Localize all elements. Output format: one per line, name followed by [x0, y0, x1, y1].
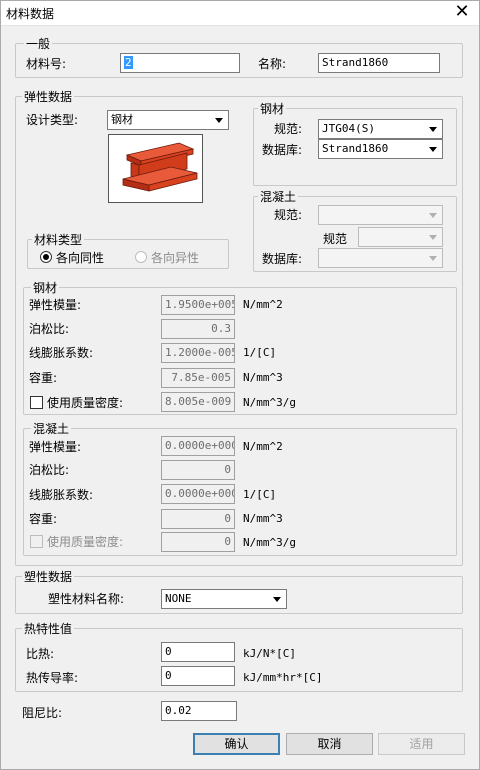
chevron-down-icon	[425, 229, 441, 245]
steel-mass-density-checkbox[interactable]	[30, 396, 43, 409]
steel-spec-legend: 钢材	[258, 102, 287, 116]
elastic-legend: 弹性数据	[22, 90, 75, 104]
material-type-legend: 材料类型	[32, 233, 85, 247]
concrete-modulus-unit: N/mm^2	[243, 440, 283, 453]
steel-spec-select[interactable]: JTG04(S)	[318, 119, 443, 139]
general-legend: 一般	[24, 37, 53, 51]
steel-modulus-field[interactable]: 1.9500e+005	[161, 295, 235, 315]
close-icon[interactable]: ✕	[450, 1, 474, 25]
design-type-label: 设计类型:	[26, 113, 79, 127]
thermal-group	[15, 628, 463, 692]
steel-db-label: 数据库:	[262, 143, 303, 157]
concrete-unit-weight-field[interactable]: 0	[161, 509, 235, 529]
concrete-props-legend: 混凝土	[31, 422, 72, 436]
design-type-select[interactable]: 钢材	[107, 110, 229, 130]
window-title: 材料数据	[6, 7, 55, 21]
chevron-down-icon	[269, 591, 285, 607]
steel-unit-weight-unit: N/mm^3	[243, 371, 283, 384]
steel-thermal-exp-unit: 1/[C]	[243, 346, 277, 359]
conductivity-field[interactable]: 0	[161, 666, 235, 686]
cancel-button[interactable]: 取消	[286, 733, 373, 755]
thermal-legend: 热特性值	[22, 622, 75, 636]
concrete-modulus-label: 弹性模量:	[29, 440, 82, 454]
concrete-spec2-select[interactable]	[358, 227, 443, 247]
steel-poisson-label: 泊松比:	[29, 322, 70, 336]
chevron-down-icon	[425, 250, 441, 266]
concrete-thermal-exp-label: 线膨胀系数:	[29, 488, 94, 502]
anisotropic-label[interactable]: 各向异性	[151, 250, 199, 266]
steel-db-select[interactable]: Strand1860	[318, 139, 443, 159]
chevron-down-icon	[425, 141, 441, 157]
steel-unit-weight-label: 容重:	[29, 371, 58, 385]
name-field[interactable]: Strand1860	[318, 53, 440, 73]
concrete-modulus-field[interactable]: 0.0000e+000	[161, 436, 235, 456]
apply-button[interactable]: 适用	[378, 733, 465, 755]
concrete-poisson-label: 泊松比:	[29, 463, 70, 477]
chevron-down-icon	[425, 121, 441, 137]
steel-thermal-exp-field[interactable]: 1.2000e-005	[161, 343, 235, 363]
chevron-down-icon	[211, 112, 227, 128]
steel-unit-weight-field[interactable]: 7.85e-005	[161, 368, 235, 388]
material-no-value: 2	[124, 56, 133, 69]
conductivity-unit: kJ/mm*hr*[C]	[243, 671, 323, 684]
damping-label: 阻尼比:	[22, 706, 63, 720]
plastic-name-value: NONE	[165, 592, 192, 605]
steel-modulus-label: 弹性模量:	[29, 298, 82, 312]
concrete-mass-density-checkbox[interactable]	[30, 535, 43, 548]
concrete-mass-density-label: 使用质量密度:	[47, 535, 124, 549]
name-label: 名称:	[258, 57, 287, 71]
title-bar: 材料数据 ✕	[0, 0, 480, 26]
plastic-legend: 塑性数据	[22, 570, 75, 584]
steel-mass-density-field[interactable]: 8.005e-009	[161, 392, 235, 412]
isotropic-label[interactable]: 各向同性	[56, 250, 104, 266]
concrete-thermal-exp-field[interactable]: 0.0000e+000	[161, 484, 235, 504]
steel-beam-image	[108, 134, 203, 203]
material-no-field[interactable]: 2	[120, 53, 240, 73]
damping-field[interactable]: 0.02	[161, 701, 237, 721]
design-type-value: 钢材	[111, 113, 133, 126]
steel-mass-density-unit: N/mm^3/g	[243, 396, 296, 409]
steel-spec-value: JTG04(S)	[322, 122, 375, 135]
plastic-name-select[interactable]: NONE	[161, 589, 287, 609]
plastic-name-label: 塑性材料名称:	[48, 592, 125, 606]
steel-db-value: Strand1860	[322, 142, 389, 155]
conductivity-label: 热传导率:	[26, 671, 79, 685]
steel-thermal-exp-label: 线膨胀系数:	[29, 346, 94, 360]
concrete-spec-label: 规范:	[274, 208, 303, 222]
specific-heat-field[interactable]: 0	[161, 642, 235, 662]
steel-mass-density-label: 使用质量密度:	[47, 396, 124, 410]
specific-heat-unit: kJ/N*[C]	[243, 647, 296, 660]
steel-modulus-unit: N/mm^2	[243, 298, 283, 311]
concrete-unit-weight-label: 容重:	[29, 512, 58, 526]
chevron-down-icon	[425, 207, 441, 223]
concrete-mass-density-field[interactable]: 0	[161, 532, 235, 552]
specific-heat-label: 比热:	[26, 647, 55, 661]
concrete-db-label: 数据库:	[262, 252, 303, 266]
steel-spec-label: 规范:	[274, 122, 303, 136]
steel-props-legend: 钢材	[31, 281, 60, 295]
concrete-unit-weight-unit: N/mm^3	[243, 512, 283, 525]
steel-poisson-field[interactable]: 0.3	[161, 319, 235, 339]
concrete-thermal-exp-unit: 1/[C]	[243, 488, 277, 501]
concrete-spec-legend: 混凝土	[258, 190, 299, 204]
anisotropic-radio[interactable]	[135, 251, 147, 263]
concrete-mass-density-unit: N/mm^3/g	[243, 536, 296, 549]
ok-button[interactable]: 确认	[193, 733, 280, 755]
concrete-spec2-label: 规范	[323, 232, 348, 246]
material-no-label: 材料号:	[26, 57, 67, 71]
concrete-spec-select[interactable]	[318, 205, 443, 225]
concrete-poisson-field[interactable]: 0	[161, 460, 235, 480]
isotropic-radio[interactable]	[40, 251, 52, 263]
concrete-db-select[interactable]	[318, 248, 443, 268]
